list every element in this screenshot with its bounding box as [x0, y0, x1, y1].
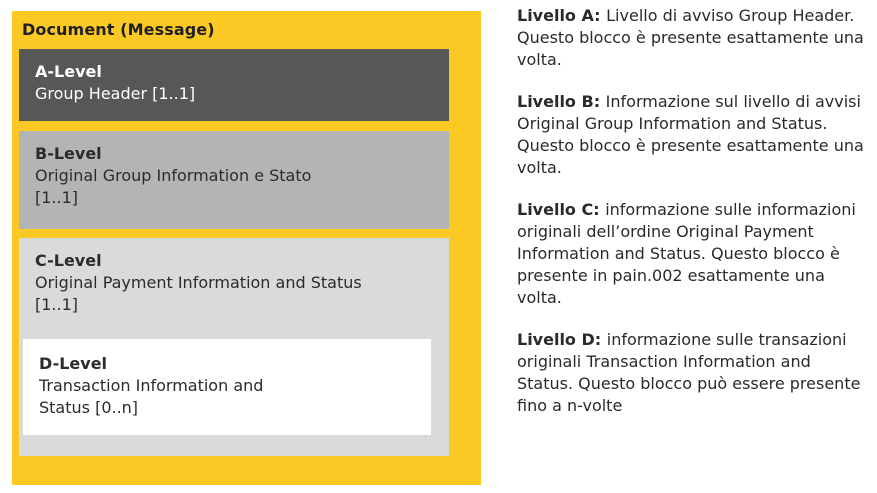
description-head: Livello B: [517, 92, 606, 111]
level-d-desc: Transaction Information and Status [0..n… [39, 376, 264, 417]
description-level-d: Livello D: informazione sulle transazion… [517, 329, 869, 417]
level-b-box: B-Level Original Group Information e Sta… [19, 131, 449, 229]
level-c-desc: Original Payment Information and Status … [35, 273, 362, 314]
level-a-box: A-Level Group Header [1..1] [19, 49, 449, 121]
description-head: Livello A: [517, 6, 607, 25]
level-b-desc: Original Group Information e Stato [1..1… [35, 166, 312, 207]
description-head: Livello D: [517, 330, 607, 349]
level-a-name: A-Level [35, 62, 102, 81]
description-level-a: Livello A: Livello di avviso Group Heade… [517, 5, 869, 71]
level-d-name: D-Level [39, 354, 108, 373]
level-a-desc: Group Header [1..1] [35, 84, 196, 103]
level-d-box: D-Level Transaction Information and Stat… [23, 339, 431, 435]
description-level-b: Livello B: Informazione sul livello di a… [517, 91, 869, 179]
description-level-c: Livello C: informazione sulle informazi­… [517, 199, 869, 309]
description-head: Livello C: [517, 200, 606, 219]
level-descriptions: Livello A: Livello di avviso Group Heade… [517, 5, 869, 437]
document-title: Document (Message) [22, 20, 215, 39]
level-c-name: C-Level [35, 251, 102, 270]
level-b-name: B-Level [35, 144, 102, 163]
